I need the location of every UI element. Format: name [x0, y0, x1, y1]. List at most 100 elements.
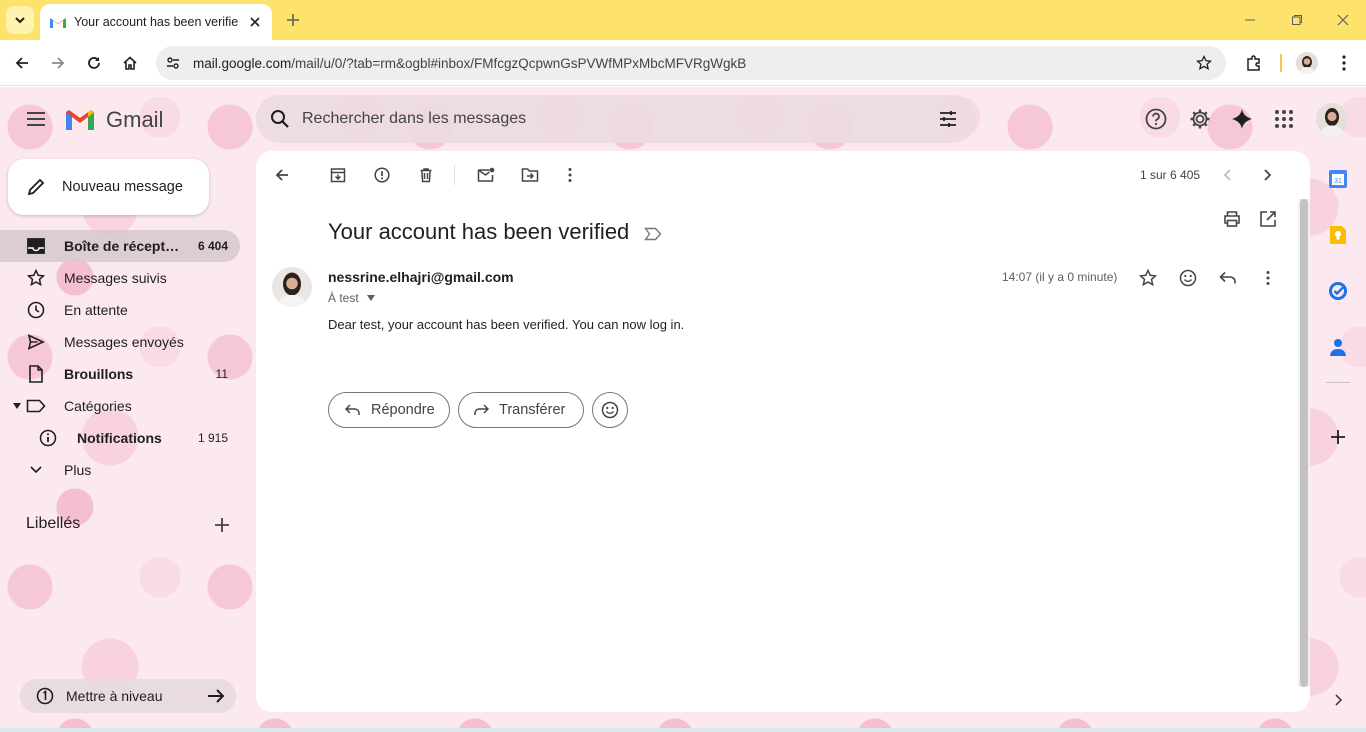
sender-avatar-icon: [272, 267, 312, 307]
sidebar-item-drafts[interactable]: Brouillons 11: [0, 358, 240, 390]
back-icon: [15, 57, 28, 69]
chevron-down-icon: [26, 460, 46, 480]
emoji-reaction-button[interactable]: [592, 392, 628, 428]
hide-side-panel-button[interactable]: [1326, 688, 1350, 712]
message-more-button[interactable]: [1256, 266, 1280, 290]
browser-tabstrip: Your account has been verified: [0, 0, 1366, 40]
browser-menu-button[interactable]: [1332, 51, 1356, 75]
search-bar[interactable]: Rechercher dans les messages: [256, 95, 976, 143]
site-settings-icon[interactable]: [166, 56, 180, 70]
gemini-button[interactable]: [1228, 105, 1256, 133]
newer-button[interactable]: [1216, 163, 1240, 187]
more-vert-icon: [1266, 271, 1270, 285]
delete-button[interactable]: [414, 163, 438, 187]
older-button[interactable]: [1255, 163, 1279, 187]
plus-icon: [287, 14, 299, 26]
labels-heading: Libellés: [26, 515, 81, 532]
important-marker-icon[interactable]: [644, 227, 662, 241]
sidebar-item-snoozed[interactable]: En attente: [0, 294, 240, 326]
apps-button[interactable]: [1270, 105, 1298, 133]
gmail-logo-icon: [66, 110, 94, 130]
message-scrollbar[interactable]: [1298, 199, 1310, 687]
tab-title: Your account has been verified: [74, 15, 238, 29]
arrow-forward-icon[interactable]: [206, 687, 226, 705]
more-actions-button[interactable]: [558, 163, 582, 187]
profile-avatar[interactable]: [1296, 52, 1318, 74]
keep-icon: [1330, 226, 1346, 244]
create-label-button[interactable]: [212, 515, 232, 535]
scrollbar-thumb[interactable]: [1300, 199, 1308, 687]
sidebar-item-categories[interactable]: Catégories: [0, 390, 240, 422]
upgrade-banner[interactable]: Mettre à niveau: [20, 679, 236, 713]
sidebar-item-starred[interactable]: Messages suivis: [0, 262, 240, 294]
star-icon: [1139, 269, 1157, 287]
sidebar-item-more[interactable]: Plus: [0, 454, 240, 486]
browser-tab[interactable]: Your account has been verified: [40, 4, 272, 40]
main-menu-button[interactable]: [22, 107, 50, 131]
calendar-icon: 31: [1329, 170, 1347, 188]
forward-action-button[interactable]: Transférer: [458, 392, 584, 428]
help-button[interactable]: [1142, 105, 1170, 133]
reply-button[interactable]: [1216, 266, 1240, 290]
sender-avatar[interactable]: [272, 267, 312, 307]
help-icon: [1145, 108, 1167, 130]
sidebar-item-count: 11: [215, 367, 228, 381]
sidebar-item-notifications[interactable]: Notifications 1 915: [0, 422, 240, 454]
label-icon: [26, 396, 46, 416]
account-avatar-icon: [1316, 103, 1348, 135]
address-bar[interactable]: mail.google.com/mail/u/0/?tab=rm&ogbl#in…: [156, 46, 1226, 80]
star-icon[interactable]: [1196, 55, 1212, 71]
open-new-window-button[interactable]: [1256, 207, 1280, 231]
new-tab-button[interactable]: [282, 9, 304, 31]
forward-button[interactable]: [46, 51, 70, 75]
archive-button[interactable]: [326, 163, 350, 187]
home-button[interactable]: [118, 51, 142, 75]
sender-email[interactable]: nessrine.elhajri@gmail.com: [328, 269, 514, 285]
account-avatar[interactable]: [1316, 103, 1348, 135]
print-button[interactable]: [1220, 207, 1244, 231]
extensions-button[interactable]: [1242, 51, 1266, 75]
back-to-inbox-button[interactable]: [270, 163, 294, 187]
close-window-button[interactable]: [1333, 10, 1353, 30]
keep-app-button[interactable]: [1326, 223, 1350, 247]
compose-button[interactable]: Nouveau message: [8, 159, 209, 215]
caret-down-icon[interactable]: [366, 295, 375, 301]
sidebar-item-label: Messages envoyés: [64, 334, 184, 350]
report-spam-button[interactable]: [370, 163, 394, 187]
minimize-button[interactable]: [1240, 10, 1260, 30]
plus-icon: [1331, 430, 1345, 444]
restore-button[interactable]: [1287, 10, 1307, 30]
settings-button[interactable]: [1186, 105, 1214, 133]
star-message-button[interactable]: [1136, 266, 1160, 290]
inbox-icon: [26, 236, 46, 256]
sidebar-item-inbox[interactable]: Boîte de récept… 6 404: [0, 230, 240, 262]
sidebar-item-sent[interactable]: Messages envoyés: [0, 326, 240, 358]
extensions-icon: [1247, 55, 1260, 71]
mark-unread-button[interactable]: [474, 163, 498, 187]
tasks-app-button[interactable]: [1326, 279, 1350, 303]
chevron-left-icon: [1223, 169, 1231, 181]
info-icon: [38, 428, 58, 448]
add-reaction-button[interactable]: [1176, 266, 1200, 290]
filter-icon[interactable]: [938, 109, 958, 129]
close-icon: [250, 17, 260, 27]
upgrade-label: Mettre à niveau: [66, 688, 163, 704]
contacts-app-button[interactable]: [1326, 335, 1350, 359]
calendar-app-button[interactable]: 31: [1326, 167, 1350, 191]
reload-button[interactable]: [82, 51, 106, 75]
move-to-button[interactable]: [518, 163, 542, 187]
caret-down-icon[interactable]: [13, 403, 21, 409]
reload-icon: [88, 57, 100, 69]
recipients[interactable]: À test: [328, 291, 375, 305]
back-button[interactable]: [10, 51, 34, 75]
search-input[interactable]: Rechercher dans les messages: [302, 110, 526, 128]
search-icon[interactable]: [270, 109, 290, 129]
reply-action-button[interactable]: Répondre: [328, 392, 450, 428]
gmail-logo[interactable]: Gmail: [64, 107, 163, 133]
browser-toolbar: mail.google.com/mail/u/0/?tab=rm&ogbl#in…: [0, 40, 1366, 86]
get-addons-button[interactable]: [1326, 425, 1350, 449]
forward-icon: [52, 57, 65, 69]
tab-search-button[interactable]: [6, 6, 34, 34]
more-vert-icon: [1342, 55, 1346, 71]
close-tab-button[interactable]: [246, 13, 264, 31]
